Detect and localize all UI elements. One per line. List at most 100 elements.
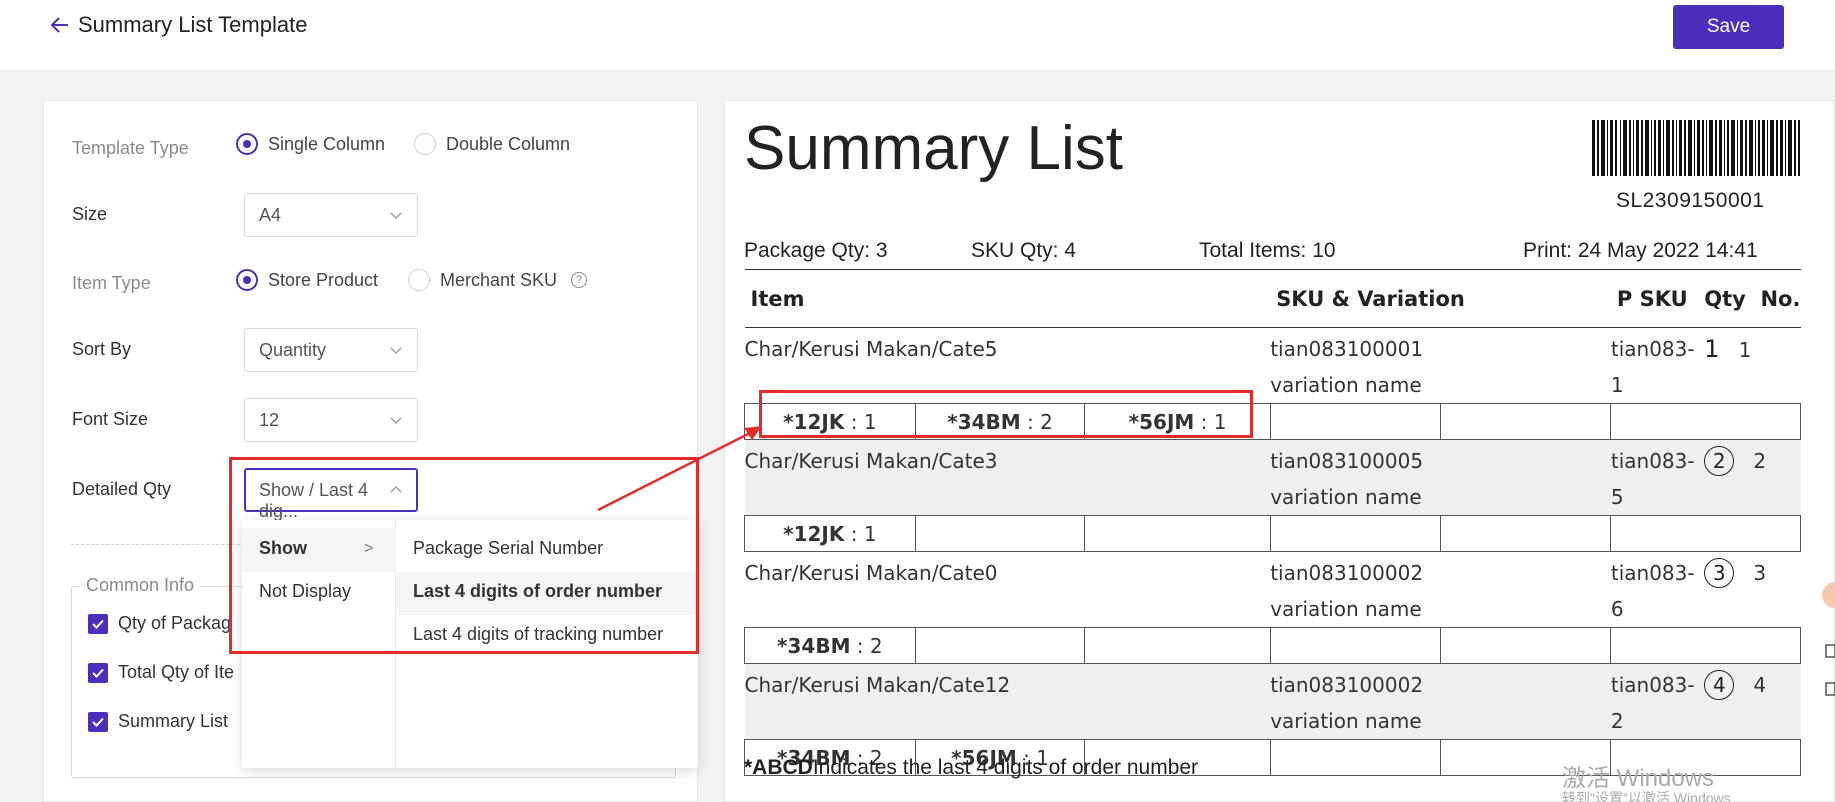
checkbox-checked-icon [88, 711, 108, 732]
table-row: Char/Kerusi Makan/Cate12 tian083100002 va… [744, 663, 1801, 740]
radio-unselected-icon [414, 133, 436, 155]
preview-paper: Summary List SL2309150001 Package Qty: 3… [724, 100, 1835, 802]
item-type-label: Item Type [72, 273, 151, 293]
item-name: Char/Kerusi Makan/Cate5 [744, 337, 998, 361]
qty-no: 2 2 [1704, 439, 1801, 516]
arrow-left-icon [50, 17, 68, 33]
sku-variation: tian083100005 variation name [1270, 439, 1611, 516]
detail-cell [1269, 515, 1441, 552]
item-name: Char/Kerusi Makan/Cate0 [744, 561, 998, 585]
package-qty: Package Qty: 3 [744, 239, 888, 262]
page-title: Summary List Template [78, 12, 308, 37]
detail-row: *12JK : 1 [744, 515, 1801, 552]
detail-cell: *12JK : 1 [744, 515, 916, 552]
detail-cell [1269, 627, 1441, 664]
barcode-image [1592, 120, 1800, 176]
chevron-up-icon [390, 486, 402, 493]
qty-no: 3 3 [1704, 552, 1800, 628]
detail-cell [1439, 515, 1612, 552]
radio-single-column[interactable]: Single Column [236, 133, 385, 155]
detailed-qty-dropdown: Show > Not Display Package Serial Number… [242, 520, 698, 768]
detail-cell [1610, 627, 1801, 664]
option-last4-order-number[interactable]: Last 4 digits of order number [413, 581, 662, 602]
radio-double-column[interactable]: Double Column [414, 133, 570, 155]
total-items: Total Items: 10 [1199, 239, 1336, 262]
detail-cell: *34BM : 2 [914, 403, 1086, 440]
qty-no: 4 4 [1704, 663, 1801, 740]
detail-cell [1269, 403, 1441, 440]
check-qty-of-packages[interactable]: Qty of Packag [88, 613, 231, 634]
detail-cell: *56JM : 1 [1084, 403, 1271, 440]
col-item-header: Item [744, 269, 1271, 328]
radio-store-product[interactable]: Store Product [236, 269, 378, 291]
item-name: Char/Kerusi Makan/Cate3 [744, 439, 1271, 516]
sku-variation: tian083100002 variation name [1270, 663, 1611, 740]
sort-by-select[interactable]: Quantity [244, 328, 418, 372]
psku: tian083-6 [1610, 561, 1695, 621]
radio-unselected-icon [408, 269, 430, 291]
checkbox-checked-icon [88, 662, 108, 683]
radio-merchant-sku[interactable]: Merchant SKU ? [408, 269, 588, 291]
col-qty-no-header: Qty No. [1704, 269, 1801, 328]
radio-selected-icon [236, 133, 258, 155]
detail-cell: *12JK : 1 [744, 403, 916, 440]
psku: tian083-5 [1610, 439, 1705, 516]
font-size-select[interactable]: 12 [244, 398, 418, 442]
psku: tian083-2 [1610, 663, 1705, 740]
qty-no: 1 1 [1704, 335, 1752, 363]
sort-by-label: Sort By [72, 339, 132, 359]
summary-list-number: SL2309150001 [1616, 189, 1765, 212]
table-row: Char/Kerusi Makan/Cate5 tian083100001 var… [745, 328, 1801, 404]
detail-cell [914, 515, 1086, 552]
option-package-serial-number[interactable]: Package Serial Number [413, 538, 603, 559]
option-last4-tracking-number[interactable]: Last 4 digits of tracking number [413, 624, 663, 645]
chevron-down-icon [390, 212, 402, 219]
dropdown-level1: Show > Not Display [242, 520, 396, 768]
checkbox-checked-icon [88, 613, 108, 634]
question-icon[interactable]: ? [571, 272, 588, 288]
detail-cell [1439, 627, 1612, 664]
sku-variation: tian083100002 variation name [1270, 561, 1424, 621]
col-sku-header: SKU & Variation [1270, 269, 1611, 328]
detail-cell [1084, 515, 1271, 552]
font-size-label: Font Size [72, 409, 149, 429]
item-name: Char/Kerusi Makan/Cate12 [744, 663, 1271, 740]
size-select[interactable]: A4 [244, 193, 418, 237]
save-button[interactable]: Save [1673, 5, 1784, 49]
psku: tian083-1 [1610, 337, 1695, 397]
detail-cell [1610, 403, 1801, 440]
detail-cell [1439, 403, 1612, 440]
table-row: Char/Kerusi Makan/Cate0 tian083100002 var… [745, 552, 1801, 628]
footnote: *ABCDIndicates the last 4 digits of orde… [744, 756, 1199, 779]
side-floating-icons[interactable] [1822, 575, 1835, 725]
radio-selected-icon [236, 269, 258, 291]
detail-cell: *34BM : 2 [744, 627, 916, 664]
detail-cell [1269, 739, 1441, 776]
option-not-display[interactable]: Not Display [259, 581, 351, 602]
detailed-qty-label: Detailed Qty [72, 479, 172, 499]
sku-qty: SKU Qty: 4 [971, 239, 1077, 262]
option-show[interactable]: Show [259, 538, 307, 559]
print-time: Print: 24 May 2022 14:41 [1523, 239, 1758, 262]
table-header-row: Item SKU & Variation P SKU Qty No. [744, 269, 1801, 328]
chevron-down-icon [390, 417, 402, 424]
windows-watermark-sub: 转到"设置"以激活 Windows [1562, 790, 1731, 802]
sku-variation: tian083100001 variation name [1270, 337, 1424, 397]
check-summary-list[interactable]: Summary List [88, 711, 228, 732]
template-type-label: Template Type [72, 138, 189, 158]
detail-row: *12JK : 1 *34BM : 2 *56JM : 1 [744, 403, 1801, 440]
back-link[interactable]: Summary List Template [48, 12, 307, 38]
detail-cell [1084, 627, 1271, 664]
common-info-legend: Common Info [80, 575, 201, 596]
detailed-qty-select[interactable]: Show / Last 4 dig... [244, 468, 418, 521]
table-row: Char/Kerusi Makan/Cate3 tian083100005 var… [744, 439, 1801, 516]
col-psku-header: P SKU [1610, 269, 1705, 328]
summary-table: Item SKU & Variation P SKU Qty No. Char/… [744, 269, 1801, 776]
top-bar: Summary List Template Save [0, 0, 1835, 70]
chevron-right-icon: > [364, 540, 374, 557]
preview-title: Summary List [744, 114, 1123, 183]
detail-cell [914, 627, 1086, 664]
detail-cell [1610, 515, 1801, 552]
check-total-qty-of-items[interactable]: Total Qty of Ite [88, 662, 234, 683]
size-label: Size [72, 204, 108, 224]
